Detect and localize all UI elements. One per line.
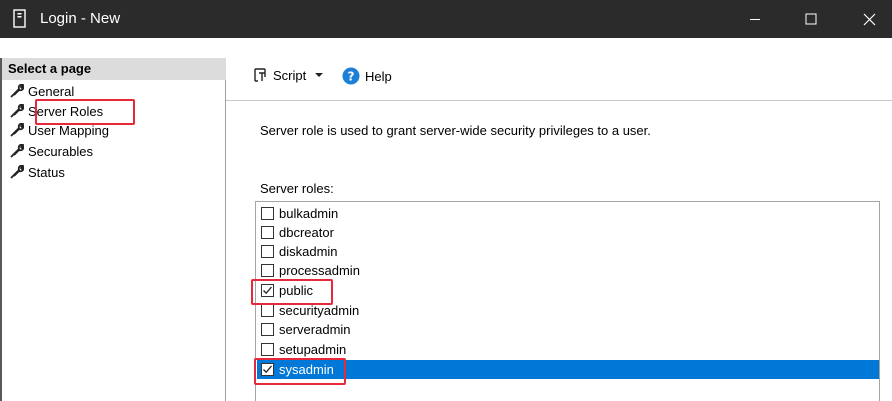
sidebar-item-general[interactable]: General	[10, 82, 74, 100]
title-bar: Login - New	[0, 0, 892, 38]
maximize-button[interactable]	[788, 0, 834, 38]
role-row-serveradmin[interactable]: serveradmin	[257, 320, 879, 339]
role-checkbox[interactable]	[261, 323, 274, 336]
sidebar-item-status[interactable]: Status	[10, 163, 65, 181]
chevron-down-icon[interactable]	[314, 72, 324, 78]
toolbar-divider	[226, 100, 892, 101]
role-name: bulkadmin	[279, 206, 339, 221]
svg-text:?: ?	[348, 70, 355, 84]
minimize-icon	[750, 19, 760, 20]
wrench-icon	[10, 144, 24, 158]
role-description: Server role is used to grant server-wide…	[260, 123, 651, 138]
role-name: securityadmin	[279, 303, 360, 318]
select-page-header: Select a page	[2, 58, 226, 80]
wrench-icon	[10, 123, 24, 137]
role-checkbox[interactable]	[261, 343, 274, 356]
role-row-public[interactable]: public	[257, 281, 879, 300]
role-checkbox[interactable]	[261, 304, 274, 317]
role-checkbox[interactable]	[261, 264, 274, 277]
public-highlight-box	[251, 279, 333, 305]
sidebar-item-label: Securables	[28, 143, 94, 159]
wrench-icon	[10, 165, 24, 179]
window-title: Login - New	[40, 10, 121, 27]
role-row-setupadmin[interactable]: setupadmin	[257, 340, 879, 359]
script-label: Script	[273, 67, 307, 83]
role-row-sysadmin[interactable]: sysadmin	[257, 360, 879, 379]
sidebar-item-label: Status	[28, 164, 65, 180]
role-name: diskadmin	[279, 244, 338, 259]
server-roles-label: Server roles:	[260, 181, 334, 196]
script-button[interactable]: Script	[252, 67, 324, 83]
role-row-dbcreator[interactable]: dbcreator	[257, 223, 879, 242]
role-name: setupadmin	[279, 342, 347, 357]
sidebar-item-label: General	[28, 83, 75, 99]
maximize-icon	[805, 13, 817, 25]
role-row-securityadmin[interactable]: securityadmin	[257, 301, 879, 320]
role-name: serveradmin	[279, 322, 351, 337]
server-roles-list: bulkadmin dbcreator diskadmin processadm…	[255, 201, 880, 401]
script-icon	[254, 68, 266, 82]
server-roles-highlight-box	[35, 99, 135, 125]
close-icon	[863, 13, 875, 25]
role-row-bulkadmin[interactable]: bulkadmin	[257, 204, 879, 223]
help-icon: ?	[342, 67, 360, 85]
minimize-button[interactable]	[732, 0, 778, 38]
toolbar: Script ? Help	[234, 62, 884, 92]
sysadmin-highlight-box	[254, 358, 346, 385]
role-row-diskadmin[interactable]: diskadmin	[257, 242, 879, 261]
wrench-icon	[10, 104, 24, 118]
app-icon	[10, 9, 30, 29]
help-label: Help	[365, 68, 392, 84]
wrench-icon	[10, 84, 24, 98]
role-checkbox[interactable]	[261, 245, 274, 258]
role-name: dbcreator	[279, 225, 334, 240]
close-button[interactable]	[846, 0, 892, 38]
role-checkbox[interactable]	[261, 226, 274, 239]
role-checkbox[interactable]	[261, 207, 274, 220]
role-name: processadmin	[279, 263, 360, 278]
role-row-processadmin[interactable]: processadmin	[257, 261, 879, 280]
help-button[interactable]: ? Help	[342, 67, 392, 85]
sidebar-item-securables[interactable]: Securables	[10, 142, 93, 160]
